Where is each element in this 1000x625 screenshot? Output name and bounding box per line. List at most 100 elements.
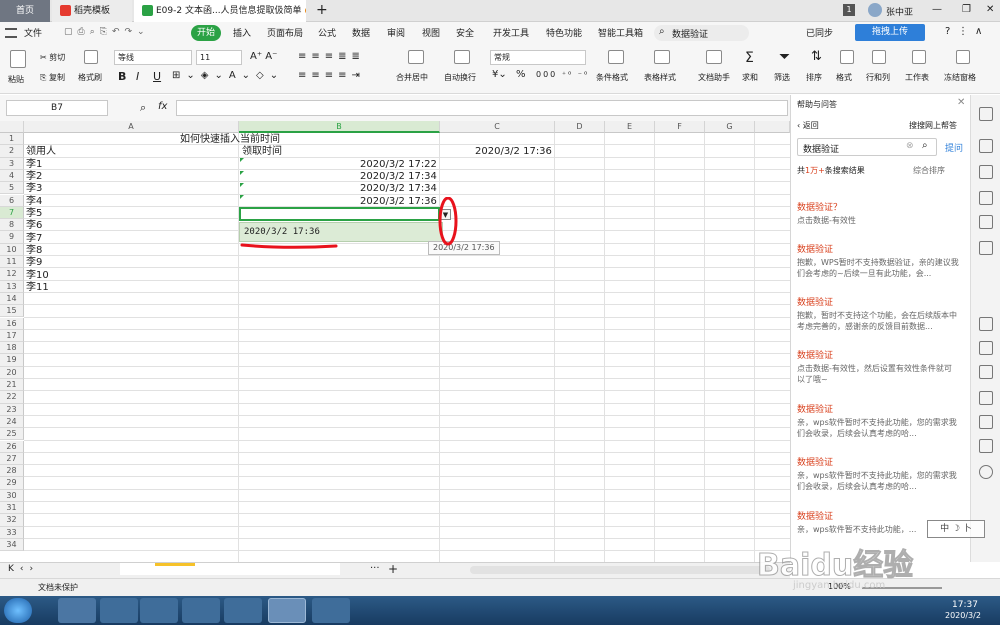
table-style-button[interactable]: 表格样式 [644,72,676,83]
cell-b2[interactable]: 领取时间 [242,146,282,158]
row-header[interactable]: 19 [0,354,24,367]
sort-button[interactable]: 排序 [806,72,822,83]
clock-date[interactable]: 2020/3/2 [945,611,981,620]
time-cell[interactable]: 2020/3/2 17:22 [360,159,437,171]
row-header[interactable]: 28 [0,465,24,478]
name-cell[interactable]: 李2 [26,171,42,183]
menu-developer[interactable]: 开发工具 [493,26,529,39]
result-title[interactable]: 数据验证 [797,455,833,468]
italic-button[interactable]: I [136,70,139,83]
time-cell[interactable]: 2020/3/2 17:34 [360,171,437,183]
row-header[interactable]: 33 [0,526,24,539]
hand-icon[interactable] [979,415,993,429]
doc-status[interactable]: 文档未保护 [38,582,78,593]
row-header[interactable]: 1 [0,133,24,146]
copy-icon[interactable] [979,341,993,355]
number-format-select[interactable]: 常规 [490,50,586,65]
row-header[interactable]: 17 [0,329,24,343]
spreadsheet-grid[interactable]: A B C D E F G 1 2 3 4 5 6 7 8 9 10 11 12 13 14 15 16 17 1… [0,121,790,562]
doc-assistant-button[interactable]: 文档助手 [698,72,730,83]
row-header[interactable]: 22 [0,391,24,404]
format-icon[interactable] [840,50,854,64]
row-header[interactable]: 7 [0,206,24,220]
column-header-c[interactable]: C [440,121,555,133]
start-orb-icon[interactable] [4,598,32,623]
web-search-link[interactable]: 搜搜网上帮答 [909,120,957,131]
grid-icon[interactable] [979,191,993,205]
row-header[interactable]: 4 [0,169,24,183]
row-header[interactable]: 16 [0,317,24,330]
merge-icon[interactable] [408,50,424,64]
column-header-e[interactable]: E [605,121,655,133]
minimize-button[interactable]: — [932,4,942,15]
fx-icon[interactable]: fx [158,101,167,112]
chart-icon[interactable] [979,241,993,255]
decimal-icons[interactable]: 000 ⁺⁰ ⁻⁰ [536,70,589,79]
format-painter-button[interactable]: 格式刷 [78,72,102,83]
search-box[interactable]: ⌕ 数据验证 [654,25,749,41]
explorer-icon[interactable] [58,598,96,623]
sheet-tab[interactable] [120,563,340,575]
menu-insert[interactable]: 插入 [233,26,251,39]
image-icon[interactable] [979,317,993,331]
row-col-icon[interactable] [872,50,886,64]
sheet-nav-icons[interactable]: K‹› [8,564,39,574]
font-size-select[interactable]: 11 [196,50,242,65]
row-header[interactable]: 23 [0,403,24,416]
row-header[interactable]: 10 [0,243,24,256]
name-cell[interactable]: 李10 [26,270,49,282]
filter-button[interactable]: 筛选 [774,72,790,83]
wrap-text-icon[interactable] [454,50,470,64]
cursor-icon[interactable] [979,107,993,121]
wrap-text-button[interactable]: 自动换行 [444,72,476,83]
cut-button[interactable]: ✂ 剪切 [40,52,65,63]
name-box[interactable]: B7 [6,100,108,116]
column-header-b[interactable]: B [239,121,440,133]
menu-security[interactable]: 安全 [456,26,474,39]
menu-view[interactable]: 视图 [422,26,440,39]
freeze-icon[interactable] [956,50,970,64]
align-left-icons[interactable]: ≡≡≡≡⇥ [298,70,365,81]
row-header[interactable]: 14 [0,292,24,306]
worksheet-icon[interactable] [912,50,926,64]
font-grow-icon[interactable]: A⁺ A⁻ [250,51,277,62]
back-button[interactable]: ‹ 返回 [797,120,819,131]
tab-home[interactable]: 首页 [0,0,50,22]
player-icon[interactable] [224,598,262,623]
tab-spreadsheet[interactable]: E09-2 文本函...人员信息提取伋简单 ● [134,0,306,22]
menu-formula[interactable]: 公式 [318,26,336,39]
column-header-d[interactable]: D [555,121,605,133]
select-all-corner[interactable] [0,121,24,133]
menu-review[interactable]: 审阅 [387,26,405,39]
result-title[interactable]: 数据验证 [797,402,833,415]
pen-icon[interactable] [979,165,993,179]
menu-data[interactable]: 数据 [352,26,370,39]
result-title[interactable]: 数据验证 [797,242,833,255]
browser-icon[interactable] [100,598,138,623]
result-title[interactable]: 数据验证 [797,295,833,308]
quick-access-icons[interactable]: ▢⎙⌕⎘↶↷⌄ [64,27,150,37]
add-sheet-button[interactable]: + [388,562,398,576]
ask-button[interactable]: 提问 [945,141,963,154]
percent-button[interactable]: % [516,69,526,80]
underline-button[interactable]: U [153,70,161,83]
row-header[interactable]: 32 [0,514,24,527]
tab-docer-template[interactable]: 稻壳模板 [52,0,132,22]
copy-button[interactable]: ⎘ 复制 [40,72,65,83]
maximize-button[interactable]: ❐ [962,4,971,15]
menu-features[interactable]: 特色功能 [546,26,582,39]
close-button[interactable]: ✕ [986,4,994,15]
close-panel-icon[interactable]: ✕ [957,97,965,108]
currency-icon[interactable]: ¥⌄ [492,69,507,80]
row-header[interactable]: 13 [0,280,24,293]
hamburger-icon[interactable] [5,28,17,38]
paint-icon[interactable] [312,598,350,623]
sort-icon[interactable]: ⇅ [811,49,822,64]
freeze-panes-button[interactable]: 冻结窗格 [944,72,976,83]
search-icon[interactable]: ⌕ [922,140,928,151]
paste-icon[interactable] [10,50,26,68]
table-style-icon[interactable] [654,50,670,64]
result-title[interactable]: 数据验证？ [797,200,842,213]
row-header[interactable]: 3 [0,157,24,170]
cell-a2[interactable]: 领用人 [26,146,56,158]
